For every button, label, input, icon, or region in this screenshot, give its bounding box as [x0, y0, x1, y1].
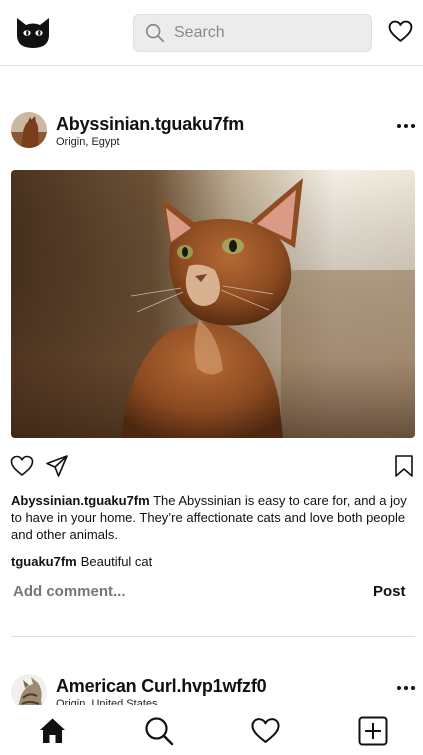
search-input[interactable] [174, 24, 354, 42]
post-actions [0, 454, 423, 480]
post-comment-button[interactable]: Post [373, 583, 406, 600]
post-username[interactable]: Abyssinian.tguaku7fm [56, 114, 244, 135]
comment-item: tguaku7fm Beautiful cat [11, 554, 152, 569]
add-post-icon[interactable] [358, 716, 388, 746]
post-username[interactable]: American Curl.hvp1wfzf0 [56, 676, 267, 697]
post-divider [11, 636, 415, 637]
share-send-icon[interactable] [45, 454, 69, 478]
more-options-icon[interactable] [396, 684, 416, 692]
comment-username[interactable]: tguaku7fm [11, 554, 77, 569]
heart-icon[interactable] [251, 717, 280, 744]
add-comment-input[interactable]: Add comment... [13, 583, 126, 600]
bottom-navigation [0, 705, 423, 755]
search-icon[interactable] [144, 716, 174, 746]
bookmark-icon[interactable] [394, 454, 414, 478]
cat-face-icon[interactable] [15, 16, 51, 50]
home-icon[interactable] [39, 717, 66, 744]
comment-text: Beautiful cat [80, 554, 153, 569]
post-photo[interactable] [11, 170, 415, 438]
caption-username[interactable]: Abyssinian.tguaku7fm [11, 493, 150, 508]
top-header [0, 0, 423, 66]
search-bar[interactable] [133, 14, 372, 52]
more-options-icon[interactable] [396, 122, 416, 130]
post-caption: Abyssinian.tguaku7fm The Abyssinian is e… [11, 492, 416, 543]
like-heart-icon[interactable] [10, 454, 34, 478]
search-icon [145, 23, 165, 43]
heart-outline-icon[interactable] [388, 19, 413, 44]
post-origin: Origin, Egypt [56, 136, 120, 148]
avatar[interactable] [11, 112, 47, 148]
